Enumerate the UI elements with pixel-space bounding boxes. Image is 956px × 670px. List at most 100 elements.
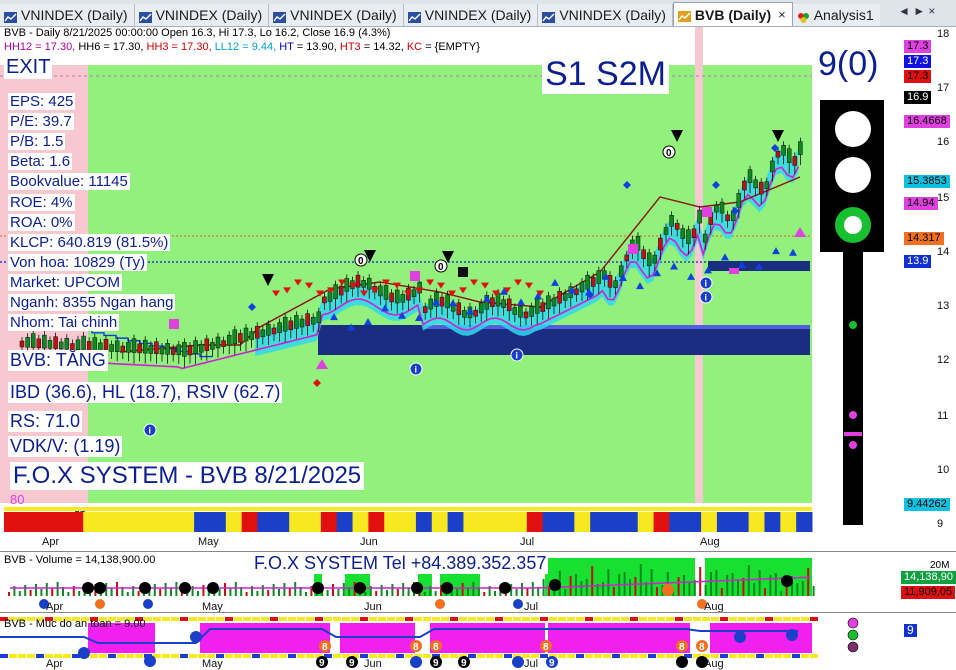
tab-label: VNINDEX (Daily) [155,7,263,23]
chart-tab-icon [4,10,17,23]
volume-bar [634,577,637,596]
tab-label: Analysis1 [813,7,874,23]
candle-body [686,229,691,244]
info-glyph: i [415,365,418,375]
volume-bar [218,589,221,596]
volume-bar [580,581,583,596]
price-badge: 14.317 [904,232,944,245]
volume-bar [726,575,729,596]
safety-x-label: Aug [704,658,724,670]
fundamental-item: Bookvalue: 11145 [8,173,130,191]
safety-marker [786,629,798,641]
nine-glyph: 9 [319,658,325,669]
candle-body [288,320,294,331]
signal-strip-cell [194,512,211,532]
safety-strip-bottom [261,654,269,658]
nine-glyph: 9 [433,658,439,669]
price-tick: 13 [937,300,950,312]
signal-strip-cell [99,512,116,532]
candle-body [36,338,42,349]
chart-header-line1: BVB - Daily 8/21/2025 00:00:00 Open 16.3… [4,27,391,39]
tab-nav-arrows[interactable]: ◄ ► × [898,4,935,18]
chart-tab-icon [138,10,152,23]
safety-strip-bottom [90,654,98,658]
safety-strip-top [162,617,170,621]
safety-strip-top [288,617,296,621]
candle-body [523,311,529,319]
eight-glyph: 8 [433,642,439,653]
candle-body [310,316,316,325]
safety-strip-top [243,617,251,621]
volume-bar [278,589,280,596]
safety-strip-bottom [603,654,611,658]
candle-body [680,228,686,239]
candle-body [624,254,630,262]
fundamental-item: EPS: 425 [8,93,76,110]
tab-vnindex-2[interactable]: VNINDEX (Daily) [134,4,270,26]
candle-body [226,334,232,346]
candle-body [42,334,47,349]
volume-bar [51,588,54,596]
safety-strip-top [405,617,413,621]
candle-body [305,313,310,326]
candle-body [490,297,495,307]
price-tick: 10 [937,464,950,476]
safety-strip-top [630,617,638,621]
safety-strip-bottom [9,654,17,658]
zero-glyph: 0 [666,148,672,159]
signal-strip-cell [162,512,179,532]
safety-strip-bottom [630,654,638,658]
safety-strip-bottom [486,654,494,658]
candle-body [551,297,557,307]
candle-body [299,318,305,328]
price-tick: 14 [937,246,950,258]
close-tab-icon[interactable]: × [778,7,786,22]
candle-body [277,322,282,333]
tab-vnindex-3[interactable]: VNINDEX (Daily) [269,4,404,26]
candle-body [204,338,210,352]
tab-vnindex-4[interactable]: VNINDEX (Daily) [403,4,539,26]
safety-strip-bottom [63,654,71,658]
tab-vnindex-5[interactable]: VNINDEX (Daily) [538,4,673,26]
volume-bar [197,591,199,596]
tab-bvb[interactable]: BVB (Daily) × [672,2,793,26]
signal-strip-cell [495,512,512,532]
volume-bar [294,582,297,596]
signal-strip-cell [590,512,607,532]
vdk-label: VDK/V: (1.19) [8,436,123,457]
candle-body [646,252,652,267]
safety-strip-top [261,617,269,621]
tab-analysis1[interactable]: Analysis1 [792,4,880,26]
candle-body [383,285,389,300]
safety-strip-bottom [477,654,485,658]
safety-strip-bottom [558,654,566,658]
tab-vnindex-1[interactable]: VNINDEX (Daily) [0,4,135,26]
volume-dot [312,582,324,594]
zero-glyph: 0 [438,262,444,273]
candle-body [579,281,585,293]
safety-marker [410,656,422,668]
safety-strip-bottom [576,654,584,658]
volume-dot [94,582,106,594]
safety-strip-top [297,617,305,621]
eight-glyph: 8 [699,642,705,653]
safety-strip-bottom [306,654,314,658]
safety-strip-top [648,617,656,621]
safety-strip-bottom [234,654,242,658]
safety-strip-bottom [468,654,476,658]
safety-strip-top [198,617,206,621]
volume-bar [40,589,43,596]
signal-strip-cell [130,512,148,532]
safety-strip-top [189,617,197,621]
price-tick: 17 [937,82,950,94]
price-tick: 18 [937,28,950,40]
signal-strip-cell [796,512,813,532]
safety-strip-bottom [0,654,8,658]
fundamental-item: ROE: 4% [8,193,75,211]
signal-strip-cell [780,512,797,532]
signal-strip-cell [320,512,338,532]
price-badge: 17.3 [904,70,932,83]
signal-strip-cell [431,512,449,532]
candle-body [781,145,786,156]
candle-body [355,274,361,288]
